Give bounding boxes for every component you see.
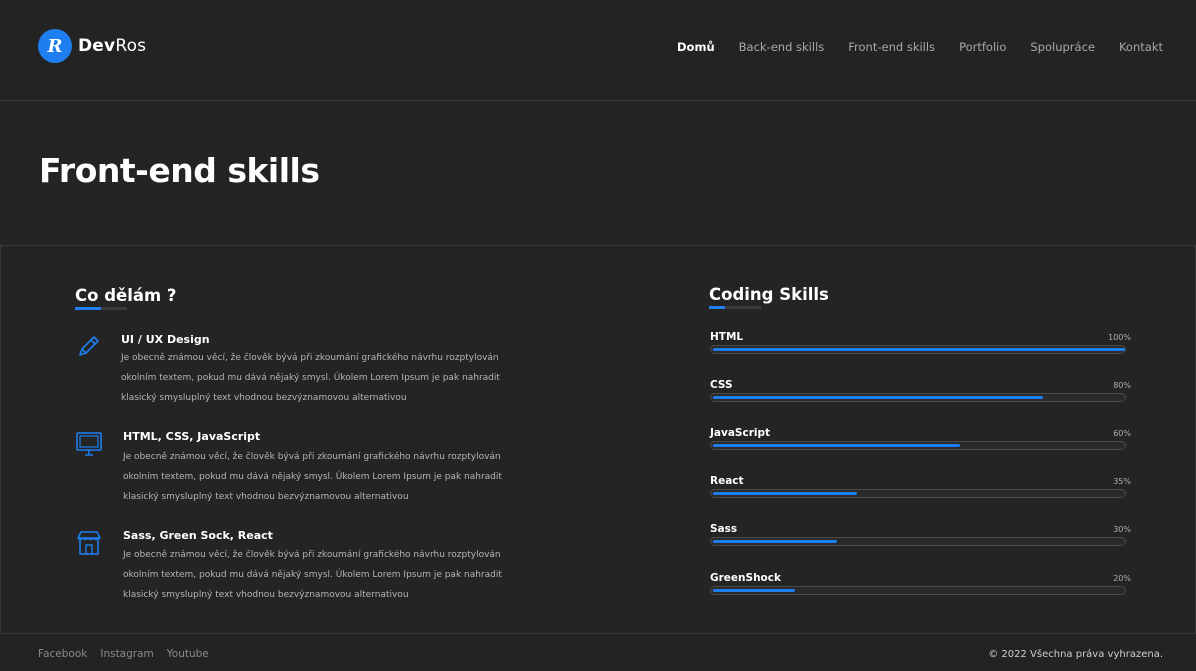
skill-progress-track [710, 537, 1126, 546]
skill-progress-track [710, 586, 1126, 595]
service-description: Je obecně známou věcí, že člověk bývá př… [123, 447, 563, 507]
service-description-line: klasický smysluplný text vhodnou bezvýzn… [123, 492, 409, 502]
footer-link-youtube[interactable]: Youtube [167, 648, 209, 660]
skill-row: JavaScript 60% [709, 427, 1131, 453]
skill-progress-fill [713, 444, 960, 447]
service-item: UI / UX Design Je obecně známou věcí, že… [75, 333, 555, 413]
page-title: Front-end skills [39, 151, 320, 190]
services-title: Co dělám ? [75, 286, 177, 305]
service-title: UI / UX Design [121, 333, 210, 346]
skill-progress-fill [713, 396, 1043, 399]
skills-title: Coding Skills [709, 285, 829, 304]
logo-name-light: Ros [115, 36, 147, 56]
service-description-line: Je obecně známou věcí, že člověk bývá př… [121, 353, 499, 363]
site-logo[interactable]: R DevRos [38, 29, 146, 63]
skill-percent: 80% [1113, 381, 1131, 390]
service-description-line: okolním textem, pokud mu dává nějaký smy… [121, 373, 500, 383]
main-nav: Domů Back-end skills Front-end skills Po… [653, 40, 1163, 54]
nav-item-backend-skills[interactable]: Back-end skills [739, 40, 825, 54]
nav-item-contact[interactable]: Kontakt [1119, 40, 1163, 54]
nav-item-cooperation[interactable]: Spolupráce [1030, 40, 1095, 54]
service-description-line: Je obecně známou věcí, že člověk bývá př… [123, 550, 501, 560]
service-item: Sass, Green Sock, React Je obecně známou… [75, 529, 555, 609]
skill-row: GreenShock 20% [709, 572, 1131, 598]
skill-name: Sass [710, 523, 738, 535]
logo-text: DevRos [78, 36, 146, 56]
skill-percent: 35% [1113, 477, 1131, 486]
skill-progress-track [710, 345, 1126, 354]
hero-section: Front-end skills [0, 101, 1196, 246]
service-description: Je obecně známou věcí, že člověk bývá př… [121, 348, 561, 408]
service-description-line: klasický smysluplný text vhodnou bezvýzn… [123, 590, 409, 600]
skill-progress-fill [713, 348, 1125, 351]
nav-item-portfolio[interactable]: Portfolio [959, 40, 1006, 54]
service-description-line: Je obecně známou věcí, že člověk bývá př… [123, 452, 501, 462]
skill-name: CSS [710, 379, 733, 391]
monitor-icon [76, 432, 102, 456]
skill-name: GreenShock [710, 572, 781, 584]
skill-progress-fill [713, 589, 795, 592]
service-description-line: okolním textem, pokud mu dává nějaký smy… [123, 472, 502, 482]
skills-title-underline [709, 306, 761, 309]
pencil-icon [79, 336, 99, 356]
footer-link-instagram[interactable]: Instagram [100, 648, 153, 660]
service-item: HTML, CSS, JavaScript Je obecně známou v… [75, 430, 555, 510]
skill-name: JavaScript [710, 427, 771, 439]
store-icon [77, 531, 101, 555]
skill-percent: 20% [1113, 574, 1131, 583]
services-title-underline [75, 307, 127, 310]
nav-item-home[interactable]: Domů [677, 40, 715, 54]
skill-row: HTML 100% [709, 331, 1131, 357]
logo-badge-icon: R [38, 29, 72, 63]
footer-link-facebook[interactable]: Facebook [38, 648, 87, 660]
skill-percent: 100% [1108, 333, 1131, 342]
nav-item-frontend-skills[interactable]: Front-end skills [848, 40, 935, 54]
site-header: R DevRos Domů Back-end skills Front-end … [0, 0, 1196, 101]
skill-row: CSS 80% [709, 379, 1131, 405]
skill-progress-track [710, 489, 1126, 498]
skill-progress-track [710, 393, 1126, 402]
service-description-line: okolním textem, pokud mu dává nějaký smy… [123, 570, 502, 580]
skill-row: React 35% [709, 475, 1131, 501]
service-description-line: klasický smysluplný text vhodnou bezvýzn… [121, 393, 407, 403]
skill-row: Sass 30% [709, 523, 1131, 549]
skill-progress-track [710, 441, 1126, 450]
service-title: Sass, Green Sock, React [123, 529, 273, 542]
skill-name: HTML [710, 331, 744, 343]
site-footer: Facebook Instagram Youtube © 2022 Všechn… [0, 633, 1196, 671]
skill-percent: 60% [1113, 429, 1131, 438]
copyright-text: © 2022 Všechna práva vyhrazena. [988, 649, 1163, 660]
footer-social-links: Facebook Instagram Youtube [38, 648, 222, 660]
logo-name-strong: Dev [78, 36, 116, 56]
skill-progress-fill [713, 492, 857, 495]
skill-progress-fill [713, 540, 837, 543]
service-description: Je obecně známou věcí, že člověk bývá př… [123, 545, 563, 605]
skill-name: React [710, 475, 744, 487]
service-title: HTML, CSS, JavaScript [123, 430, 261, 443]
skill-percent: 30% [1113, 525, 1131, 534]
